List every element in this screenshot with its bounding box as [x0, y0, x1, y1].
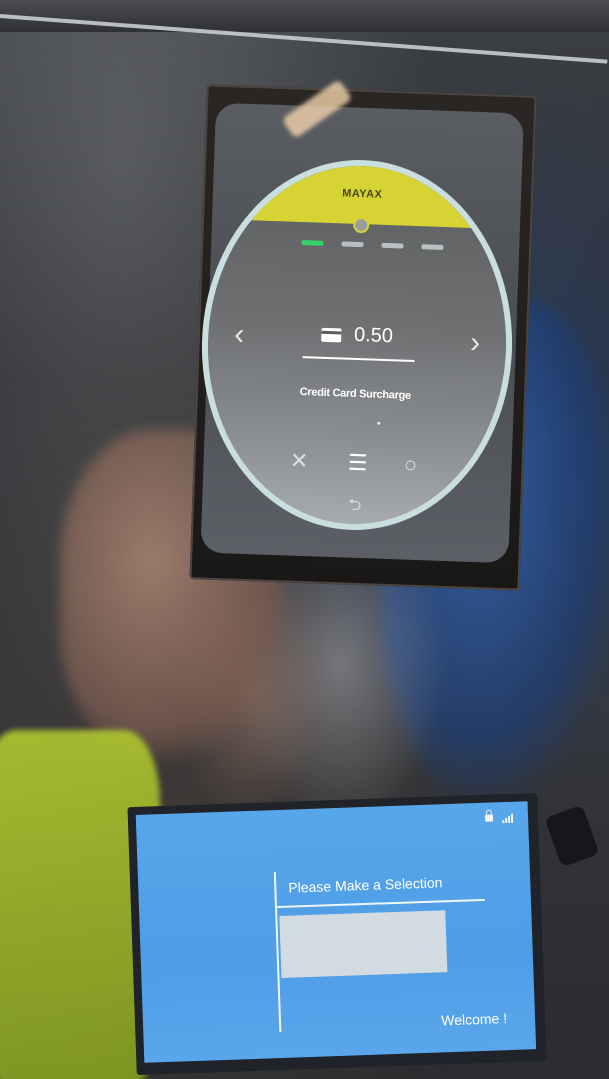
brand-band: MAYAX	[212, 160, 513, 234]
back-icon[interactable]: ⮌	[348, 494, 362, 521]
surcharge-label: Credit Card Surcharge	[299, 386, 411, 402]
circle-ok-icon[interactable]: ○	[403, 452, 417, 477]
signal-icon	[502, 812, 514, 824]
lcd-horizontal-rule	[274, 898, 485, 909]
progress-step-3	[381, 242, 404, 249]
glass-top-edge	[0, 0, 609, 32]
progress-step-2	[341, 241, 364, 248]
amount-underline	[302, 356, 415, 363]
brand-logo: MAYAX	[341, 187, 383, 201]
menu-icon[interactable]: ☰	[347, 450, 368, 476]
surcharge-amount: 0.50	[353, 323, 394, 348]
progress-step-1	[301, 240, 324, 246]
amount-row: 0.50	[208, 319, 507, 352]
progress-step-4	[421, 244, 444, 250]
reflection-watch	[544, 804, 600, 868]
lcd-title: Please Make a Selection	[288, 874, 443, 896]
selection-display-box	[279, 910, 448, 978]
brand-notch-icon	[352, 216, 370, 234]
progress-indicator	[301, 240, 444, 250]
lcd-footer: Welcome !	[440, 1010, 508, 1029]
lcd-screen: Please Make a Selection Welcome !	[135, 801, 537, 1063]
credit-card-icon	[321, 327, 342, 342]
lock-icon	[485, 814, 494, 822]
vending-machine-front: MAYAX ‹ › 0.50 Credit Card Surcharge ✕ ☰…	[0, 0, 609, 1079]
indicator-dot	[377, 421, 381, 425]
lcd-status-icons	[485, 812, 514, 824]
close-icon[interactable]: ✕	[290, 448, 309, 474]
lcd-frame: Please Make a Selection Welcome !	[127, 792, 547, 1076]
